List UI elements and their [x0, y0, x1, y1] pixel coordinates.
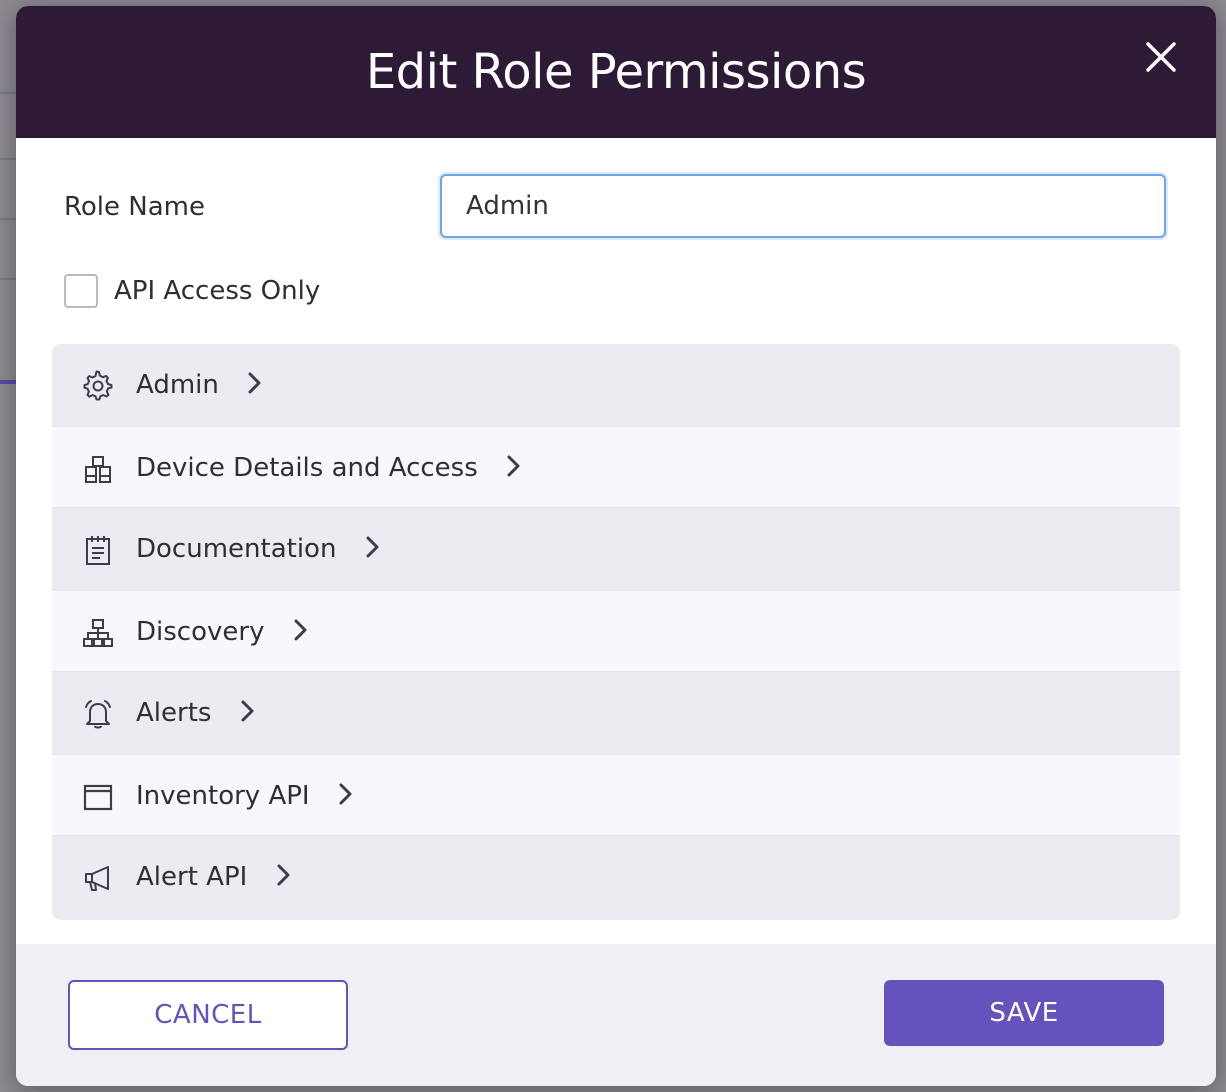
gear-icon — [82, 370, 114, 402]
permission-text: Alert API — [136, 862, 248, 892]
permission-text: Admin — [136, 370, 219, 400]
modal-title: Edit Role Permissions — [365, 44, 867, 100]
save-button[interactable]: SAVE — [884, 980, 1164, 1046]
permission-row-inventory-api[interactable]: Inventory API — [52, 754, 1180, 836]
permission-label: Documentation — [136, 508, 383, 590]
permission-text: Discovery — [136, 617, 265, 647]
modal-header: Edit Role Permissions — [16, 6, 1216, 138]
permission-text: Alerts — [136, 698, 212, 728]
edit-role-modal: Edit Role Permissions Role Name API Acce… — [16, 6, 1216, 1086]
role-name-input[interactable] — [440, 174, 1166, 238]
permission-text: Device Details and Access — [136, 453, 478, 483]
api-access-label: API Access Only — [114, 276, 321, 306]
network-icon — [82, 617, 114, 649]
permission-row-device-details[interactable]: Device Details and Access — [52, 426, 1180, 508]
permission-row-documentation[interactable]: Documentation — [52, 508, 1180, 590]
window-icon — [82, 781, 114, 813]
permission-label: Admin — [136, 344, 265, 426]
permission-list: Admin Device Details and Access Document… — [52, 344, 1180, 920]
close-button[interactable] — [1140, 36, 1182, 78]
close-icon — [1146, 42, 1176, 72]
api-access-checkbox[interactable] — [64, 274, 98, 308]
chevron-right-icon — [291, 617, 311, 643]
permission-label: Inventory API — [136, 755, 356, 837]
chevron-right-icon — [336, 781, 356, 807]
bell-icon — [82, 698, 114, 730]
cubes-icon — [82, 453, 114, 485]
role-name-label: Role Name — [64, 192, 205, 222]
permission-row-alerts[interactable]: Alerts — [52, 672, 1180, 754]
chevron-right-icon — [363, 534, 383, 560]
chevron-right-icon — [504, 453, 524, 479]
permission-text: Documentation — [136, 534, 337, 564]
permission-text: Inventory API — [136, 781, 310, 811]
permission-label: Alerts — [136, 672, 258, 754]
permission-label: Device Details and Access — [136, 427, 524, 509]
permission-row-alert-api[interactable]: Alert API — [52, 836, 1180, 918]
permission-label: Discovery — [136, 591, 311, 673]
cancel-button[interactable]: CANCEL — [68, 980, 348, 1050]
modal-footer: CANCEL SAVE — [16, 944, 1216, 1086]
chevron-right-icon — [238, 698, 258, 724]
permission-row-discovery[interactable]: Discovery — [52, 590, 1180, 672]
chevron-right-icon — [245, 370, 265, 396]
megaphone-icon — [82, 862, 114, 894]
permission-label: Alert API — [136, 836, 294, 918]
permission-row-admin[interactable]: Admin — [52, 344, 1180, 426]
clipboard-icon — [82, 534, 114, 566]
chevron-right-icon — [274, 862, 294, 888]
